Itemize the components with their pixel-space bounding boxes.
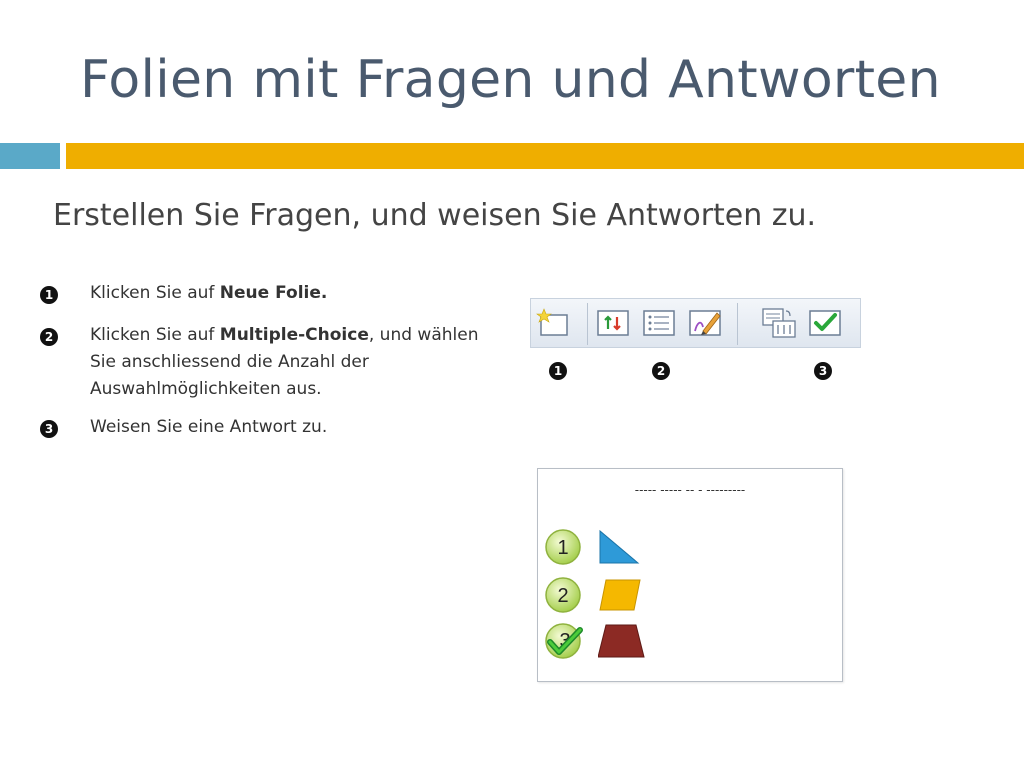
slide-subtitle: Erstellen Sie Fragen, und weisen Sie Ant… [53,198,817,233]
answer-number: 2 [557,585,568,607]
answer-badge-1: 1 [544,527,584,567]
slide-title: Folien mit Fragen und Antworten [80,50,941,110]
step-number: 3 [40,420,58,438]
slide-preview: ----- ----- -- - --------- 1 2 3 [537,468,843,682]
trapezoid-shape [598,624,645,658]
question-placeholder: ----- ----- -- - --------- [634,483,746,497]
assign-answer-icon[interactable] [807,305,843,341]
answer-badge-3: 3 [544,621,584,661]
accent-bar-gold [66,143,1024,169]
toolbar-separator [587,303,588,345]
answer-badge-2: 2 [544,575,584,615]
toolbar-marker-1: 1 [549,362,567,380]
answer-number: 1 [557,537,568,559]
triangle-shape [599,529,640,564]
toolbar-separator [737,303,738,345]
toolbar-marker-3: 3 [814,362,832,380]
step-text: Klicken Sie auf Neue Folie. [90,283,328,303]
draw-icon[interactable] [687,305,723,341]
step-text: Klicken Sie auf Multiple-Choice, und wäh… [90,325,479,399]
step-number: 2 [40,328,58,346]
toolbar-marker-2: 2 [652,362,670,380]
list-icon[interactable] [641,305,677,341]
toolbar [530,298,861,348]
step-text: Weisen Sie eine Antwort zu. [90,417,328,437]
step-number: 1 [40,286,58,304]
answer-options-icon[interactable] [761,305,797,341]
accent-bar-blue [0,143,60,169]
multiple-choice-icon[interactable] [595,305,631,341]
new-slide-icon[interactable] [535,305,571,341]
parallelogram-shape [599,579,641,611]
